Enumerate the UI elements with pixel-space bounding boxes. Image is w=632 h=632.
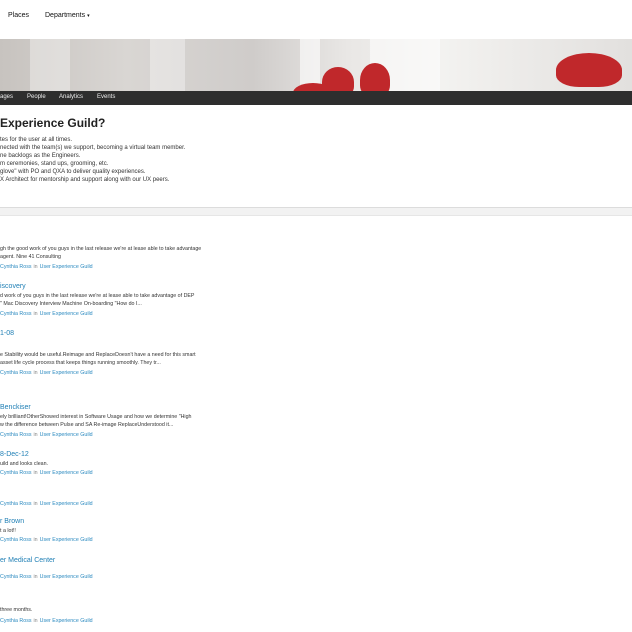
post-excerpt: d work of you guys in the last release w… [0, 292, 320, 308]
author-link[interactable]: Cynthia Ross [0, 470, 32, 476]
description-line: nected with the team(s) we support, beco… [0, 145, 186, 151]
place-link[interactable]: User Experience Guild [40, 370, 93, 376]
meta-in-text: in [33, 574, 38, 580]
author-link[interactable]: Cynthia Ross [0, 264, 32, 270]
nav-departments-dropdown[interactable]: Departments ▾ [45, 12, 90, 19]
place-link[interactable]: User Experience Guild [40, 574, 93, 580]
post-title-link[interactable]: 1-08 [0, 329, 320, 339]
description-line: glove" with PO and QXA to deliver qualit… [0, 169, 146, 175]
author-link[interactable]: Cynthia Ross [0, 370, 32, 376]
meta-in-text: in [33, 432, 38, 438]
excerpt-line: gh the good work of you guys in the last… [0, 246, 202, 252]
excerpt-line: asset life cycle process that keeps thin… [0, 360, 161, 366]
post-excerpt: uild and looks clean. [0, 460, 320, 468]
top-nav: Places Departments ▾ [0, 0, 632, 36]
meta-in-text: in [33, 537, 38, 543]
author-link[interactable]: Cynthia Ross [0, 311, 32, 317]
author-link[interactable]: Cynthia Ross [0, 574, 32, 580]
meta-in-text: in [33, 501, 38, 507]
activity-item: 1-08 e Stability would be useful.Reimage… [0, 329, 320, 377]
post-meta: Cynthia Ross in User Experience Guild [0, 500, 320, 508]
post-meta: Cynthia Ross in User Experience Guild [0, 617, 320, 625]
post-title-link[interactable]: r Brown [0, 517, 320, 527]
excerpt-line: " Mac Discovery Interview Machine On-boa… [0, 301, 142, 307]
meta-in-text: in [33, 470, 38, 476]
post-title-link[interactable] [0, 235, 320, 245]
activity-item: Benckiser ely brilliant!OtherShowed inte… [0, 403, 320, 439]
excerpt-line: ely brilliant!OtherShowed interest in So… [0, 414, 192, 420]
subnav-item-people[interactable]: People [27, 94, 46, 100]
meta-in-text: in [33, 618, 38, 624]
excerpt-line: agent. Nine 41 Consulting [0, 254, 61, 260]
post-excerpt: gh the good work of you guys in the last… [0, 245, 320, 261]
post-title-link[interactable]: 8-Dec-12 [0, 450, 320, 460]
activity-item: iscovery d work of you guys in the last … [0, 282, 320, 318]
excerpt-line: e Stability would be useful.Reimage and … [0, 352, 196, 358]
post-meta: Cynthia Ross in User Experience Guild [0, 263, 320, 271]
post-meta: Cynthia Ross in User Experience Guild [0, 310, 320, 318]
post-meta: Cynthia Ross in User Experience Guild [0, 369, 320, 377]
excerpt-line: three months. [0, 607, 33, 613]
place-link[interactable]: User Experience Guild [40, 470, 93, 476]
author-link[interactable]: Cynthia Ross [0, 618, 32, 624]
activity-item: r Brown t a lot!! Cynthia Ross in User Exp… [0, 517, 320, 544]
meta-in-text: in [33, 311, 38, 317]
page-title: Experience Guild? [0, 116, 106, 130]
post-meta: Cynthia Ross in User Experience Guild [0, 536, 320, 544]
activity-item: er Medical Center Cynthia Ross in User Exp… [0, 556, 320, 581]
description-line: tes for the user at all times. [0, 137, 73, 143]
place-link[interactable]: User Experience Guild [40, 501, 93, 507]
place-link[interactable]: User Experience Guild [40, 311, 93, 317]
post-excerpt: ely brilliant!OtherShowed interest in So… [0, 413, 320, 429]
chevron-down-icon: ▾ [87, 13, 90, 19]
place-link[interactable]: User Experience Guild [40, 264, 93, 270]
meta-in-text: in [33, 370, 38, 376]
description-line: m ceremonies, stand ups, grooming, etc. [0, 161, 109, 167]
author-link[interactable]: Cynthia Ross [0, 501, 32, 507]
subnav-item-events[interactable]: Events [97, 94, 115, 100]
place-link[interactable]: User Experience Guild [40, 537, 93, 543]
nav-places-link[interactable]: Places [8, 12, 29, 19]
activity-item: three months. Cynthia Ross in User Experie… [0, 606, 320, 625]
place-subnav: ages People Analytics Events [0, 91, 632, 105]
excerpt-line: t a lot!! [0, 528, 16, 534]
banner-image [0, 39, 632, 91]
author-link[interactable]: Cynthia Ross [0, 432, 32, 438]
section-divider [0, 207, 632, 216]
activity-item: 8-Dec-12 uild and looks clean. Cynthia R… [0, 450, 320, 477]
post-meta: Cynthia Ross in User Experience Guild [0, 431, 320, 439]
post-title-link[interactable]: Benckiser [0, 403, 320, 413]
post-title-link[interactable]: iscovery [0, 282, 320, 292]
post-excerpt: e Stability would be useful.Reimage and … [0, 351, 320, 367]
excerpt-line: w the difference between Pulse and SA Re… [0, 422, 174, 428]
subnav-item-analytics[interactable]: Analytics [59, 94, 83, 100]
author-link[interactable]: Cynthia Ross [0, 537, 32, 543]
place-link[interactable]: User Experience Guild [40, 618, 93, 624]
description-line: X Architect for mentorship and support a… [0, 177, 170, 183]
post-meta: Cynthia Ross in User Experience Guild [0, 573, 320, 581]
post-title-link[interactable]: er Medical Center [0, 556, 320, 566]
post-excerpt: t a lot!! [0, 527, 320, 535]
place-link[interactable]: User Experience Guild [40, 432, 93, 438]
excerpt-line: uild and looks clean. [0, 461, 48, 467]
post-meta: Cynthia Ross in User Experience Guild [0, 469, 320, 477]
activity-item: gh the good work of you guys in the last… [0, 235, 320, 271]
meta-in-text: in [33, 264, 38, 270]
nav-departments-label: Departments [45, 12, 86, 19]
activity-item: Cynthia Ross in User Experience Guild [0, 500, 320, 508]
post-excerpt: three months. [0, 606, 320, 614]
subnav-item-pages[interactable]: ages [0, 94, 13, 100]
guild-description: tes for the user at all times. nected wi… [0, 136, 185, 184]
description-line: ne backlogs as the Engineers. [0, 153, 81, 159]
excerpt-line: d work of you guys in the last release w… [0, 293, 195, 299]
